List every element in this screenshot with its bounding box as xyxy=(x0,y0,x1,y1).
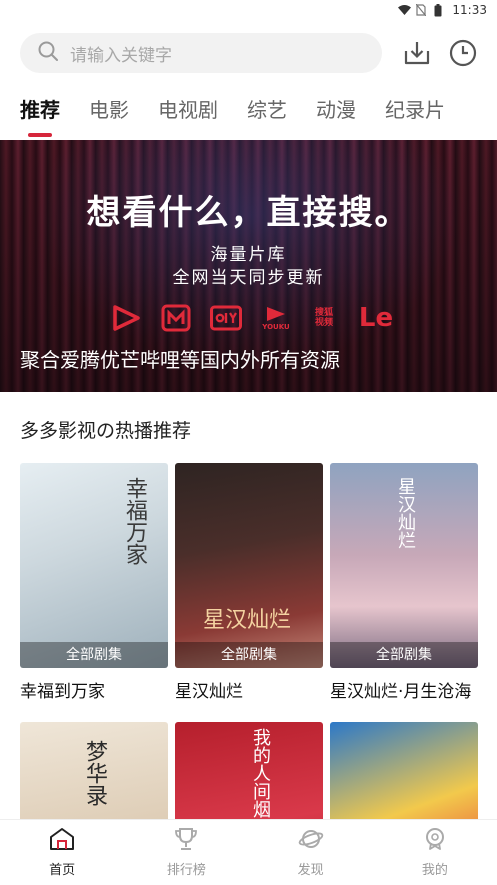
video-title[interactable]: 星汉灿烂 xyxy=(175,677,323,702)
poster-image[interactable]: 星汉灿烂 全部剧集 xyxy=(175,463,323,668)
nav-mine[interactable]: 我的 xyxy=(373,820,497,885)
tab-anime[interactable]: 动漫 xyxy=(316,94,356,135)
video-card[interactable]: 星汉灿烂 全部剧集 星汉灿烂 xyxy=(175,463,323,702)
letv-logo-icon: Le xyxy=(356,303,396,333)
sohu-logo-text: 搜狐视频 xyxy=(314,308,333,328)
letv-logo-text: Le xyxy=(358,303,394,333)
all-episodes-badge: 全部剧集 xyxy=(330,642,478,668)
video-title[interactable]: 星汉灿烂·月生沧海 xyxy=(330,677,478,702)
trophy-icon xyxy=(173,827,199,855)
banner-subtitle-2: 全网当天同步更新 xyxy=(172,268,325,288)
no-sim-icon xyxy=(415,3,428,17)
youku-logo-icon: YOUKU xyxy=(260,303,292,333)
video-card[interactable]: 星汉灿烂 全部剧集 星汉灿烂·月生沧海 xyxy=(330,463,478,702)
banner-title: 想看什么，直接搜。 xyxy=(86,193,411,233)
nav-discover[interactable]: 发现 xyxy=(249,820,373,885)
nav-home[interactable]: 首页 xyxy=(0,820,124,885)
home-icon xyxy=(49,827,75,855)
sohu-video-logo-icon: 搜狐视频 xyxy=(310,303,338,333)
header: 请输入关键字 xyxy=(0,20,497,86)
poster-title-art: 星汉灿烂 xyxy=(203,608,292,633)
wifi-icon xyxy=(398,4,412,16)
all-episodes-badge: 全部剧集 xyxy=(20,642,168,668)
history-icon[interactable] xyxy=(449,39,477,67)
search-icon xyxy=(38,41,58,65)
section-title: 多多影视の热播推荐 xyxy=(20,420,192,442)
profile-icon xyxy=(422,827,448,855)
tab-movie[interactable]: 电影 xyxy=(89,94,129,135)
poster-image[interactable]: 幸福万家 全部剧集 xyxy=(20,463,168,668)
banner-subtitle: 海量片库 xyxy=(210,245,287,265)
tab-tv-series[interactable]: 电视剧 xyxy=(158,94,218,135)
nav-ranking-label: 排行榜 xyxy=(166,863,206,878)
poster-title-art: 幸福万家 xyxy=(122,477,147,565)
promo-banner[interactable]: 想看什么，直接搜。 海量片库 全网当天同步更新 YOUKU 搜狐视频 Le 聚合… xyxy=(0,140,497,392)
tab-documentary[interactable]: 纪录片 xyxy=(385,94,445,135)
tab-recommend[interactable]: 推荐 xyxy=(20,94,60,137)
poster-title-art: 星汉灿烂 xyxy=(395,477,416,549)
tab-variety[interactable]: 综艺 xyxy=(247,94,287,135)
battery-icon xyxy=(434,4,446,17)
nav-home-label: 首页 xyxy=(49,863,76,878)
download-icon[interactable] xyxy=(403,39,431,67)
video-title[interactable]: 幸福到万家 xyxy=(20,677,168,702)
status-time: 11:33 xyxy=(452,3,487,17)
platform-logos: YOUKU 搜狐视频 Le xyxy=(110,303,396,333)
poster-image[interactable]: 星汉灿烂 全部剧集 xyxy=(330,463,478,668)
all-episodes-badge: 全部剧集 xyxy=(175,642,323,668)
search-placeholder: 请输入关键字 xyxy=(70,45,172,66)
nav-mine-label: 我的 xyxy=(421,863,448,878)
planet-icon xyxy=(298,827,324,855)
category-tabs: 推荐 电影 电视剧 综艺 动漫 纪录片 xyxy=(0,86,497,138)
banner-caption: 聚合爱腾优芒哔哩等国内外所有资源 xyxy=(20,348,340,372)
iqiyi-logo-icon xyxy=(210,303,242,333)
video-card[interactable]: 幸福万家 全部剧集 幸福到万家 xyxy=(20,463,168,702)
bottom-nav: 首页 排行榜 发现 我的 xyxy=(0,819,497,885)
tencent-video-logo-icon xyxy=(110,303,142,333)
poster-title-art: 梦华录 xyxy=(82,740,107,806)
mango-tv-logo-icon xyxy=(160,303,192,333)
status-bar: 11:33 xyxy=(0,0,497,20)
youku-logo-text: YOUKU xyxy=(262,323,290,331)
nav-discover-label: 发现 xyxy=(297,863,324,878)
search-input[interactable]: 请输入关键字 xyxy=(20,33,382,73)
nav-ranking[interactable]: 排行榜 xyxy=(124,820,248,885)
